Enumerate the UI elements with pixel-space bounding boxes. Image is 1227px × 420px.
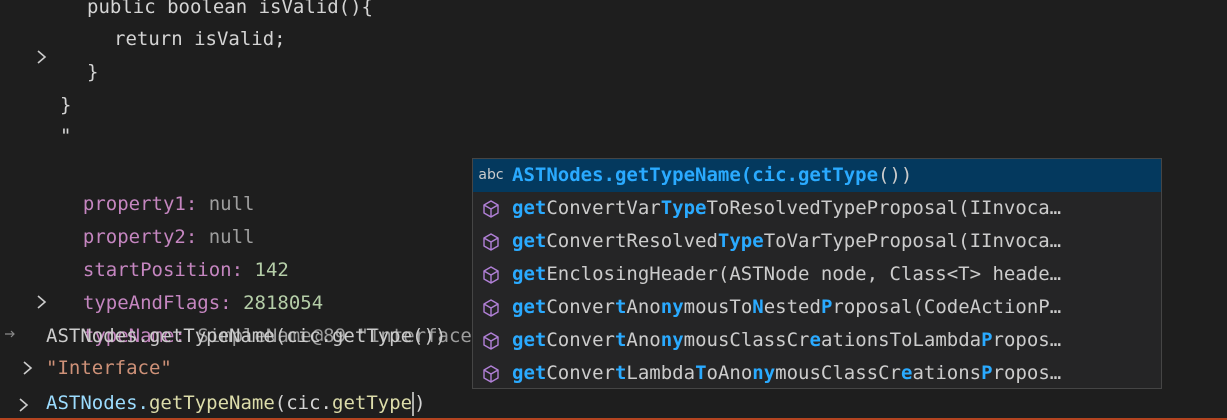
suggestion-item[interactable]: getConvertAnonymousToNestedProposal(Code… (473, 291, 1161, 324)
method-cube-icon (480, 225, 502, 258)
variable-type-name[interactable]: typeName: SimpleName@89 "Interface" (60, 287, 483, 347)
method-cube-icon (480, 291, 502, 324)
suggestion-item[interactable]: getConvertResolvedTypeToVarTypeProposal(… (473, 225, 1161, 258)
suggestion-item[interactable]: getConvertAnonymousClassCreationsToLambd… (473, 324, 1161, 357)
code-line-method-signature: public boolean isValid(){ (87, 0, 373, 18)
code-line-quote: " (60, 125, 72, 147)
code-line-return: return isValid; (114, 28, 286, 50)
debug-console-input[interactable]: ASTNodes.getTypeName(cic.getType) (0, 388, 1227, 420)
suggestion-label: getEnclosingHeader(ASTNode node, Class<T… (512, 263, 1062, 285)
suggestion-item[interactable]: abc ASTNodes.getTypeName(cic.getType()) (473, 159, 1161, 192)
method-cube-icon (480, 258, 502, 291)
variable-start-position[interactable]: startPosition: 142 (60, 221, 289, 281)
chevron-right-icon[interactable] (36, 49, 47, 64)
suggestion-label: getConvertLambdaToAnonymousClassCreation… (512, 362, 1062, 384)
prompt-chevron-icon (18, 397, 29, 412)
chevron-right-icon[interactable] (36, 294, 47, 309)
suggestion-label: ASTNodes.getTypeName(cic.getType()) (512, 164, 913, 186)
suggestion-label: getConvertAnonymousToNestedProposal(Code… (512, 296, 1062, 318)
variable-property1[interactable]: property1: null (60, 155, 255, 215)
repl-input-echo: ASTNodes.getTypeName(cic.getType()) (46, 325, 447, 347)
code-line-close-brace-inner: } (87, 61, 99, 83)
method-cube-icon (480, 192, 502, 225)
suggestion-label: getConvertAnonymousClassCreationsToLambd… (512, 329, 1062, 351)
input-text[interactable]: ASTNodes.getTypeName(cic.getType) (46, 388, 426, 418)
code-line-close-brace-outer: } (60, 94, 72, 116)
suggestion-item[interactable]: getConvertLambdaToAnonymousClassCreation… (473, 357, 1161, 388)
suggestion-label: getConvertResolvedTypeToVarTypeProposal(… (512, 230, 1062, 252)
suggestion-label: getConvertVarTypeToResolvedTypeProposal(… (512, 197, 1062, 219)
abc-glyph: abc (478, 167, 504, 183)
variable-type-and-flags[interactable]: typeAndFlags: 2818054 (60, 254, 323, 314)
text-abc-icon: abc (478, 159, 504, 192)
chevron-right-icon[interactable] (22, 360, 33, 375)
suggestion-widget[interactable]: abc ASTNodes.getTypeName(cic.getType()) ge… (472, 158, 1162, 389)
arrow-right-icon (4, 328, 15, 338)
method-cube-icon (480, 357, 502, 388)
variable-property2[interactable]: property2: null (60, 188, 255, 248)
method-cube-icon (480, 324, 502, 357)
suggestion-item[interactable]: getEnclosingHeader(ASTNode node, Class<T… (473, 258, 1161, 291)
repl-result[interactable]: "Interface" (46, 352, 172, 385)
suggestion-item[interactable]: getConvertVarTypeToResolvedTypeProposal(… (473, 192, 1161, 225)
